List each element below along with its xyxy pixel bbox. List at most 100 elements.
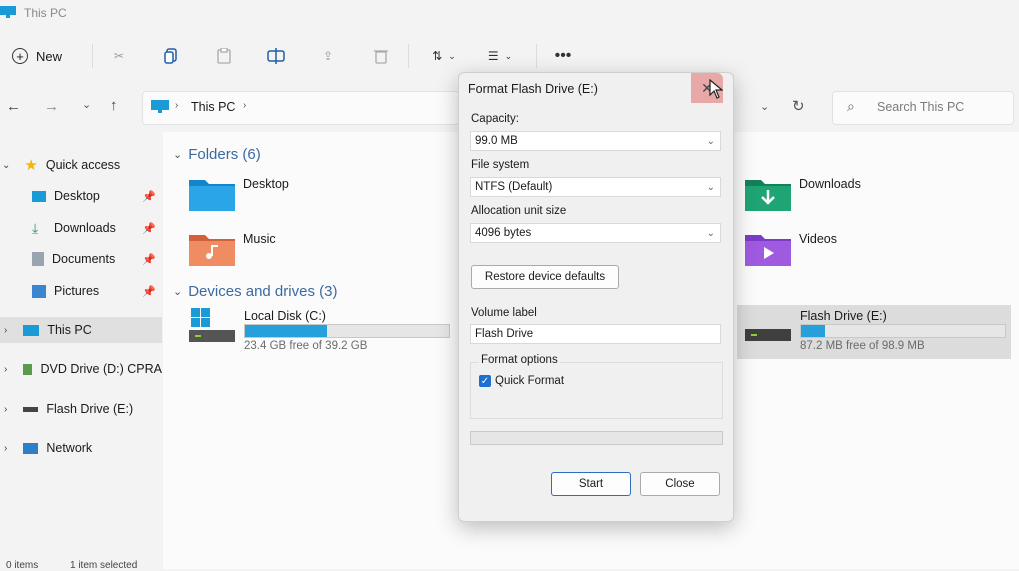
- format-dialog: Format Flash Drive (E:) ✕ Capacity: 99.0…: [458, 72, 734, 522]
- monitor-icon: [151, 100, 169, 113]
- sidebar-item-label: Downloads: [54, 221, 116, 235]
- drive-usage-bar: [800, 324, 1006, 338]
- forward-arrow-icon[interactable]: →: [44, 98, 59, 115]
- sidebar-item-downloads[interactable]: ⤓ Downloads 📌: [0, 216, 160, 240]
- folder-name: Downloads: [799, 177, 861, 191]
- music-folder-icon: [189, 235, 235, 266]
- folders-group-header[interactable]: ⌄ Folders (6): [173, 146, 261, 163]
- sidebar-item-desktop[interactable]: Desktop 📌: [0, 184, 160, 208]
- chevron-right-icon: ›: [4, 324, 8, 336]
- format-options-group: [470, 362, 723, 419]
- search-input[interactable]: ⌕ Search This PC: [832, 91, 1014, 125]
- start-button[interactable]: Start: [551, 472, 631, 496]
- back-arrow-icon[interactable]: ←: [6, 98, 21, 115]
- plus-circle-icon: +: [12, 48, 28, 64]
- checkmark-icon: ✓: [480, 375, 490, 387]
- pin-icon[interactable]: 📌: [142, 222, 156, 235]
- drive-name: Flash Drive (E:): [800, 309, 887, 323]
- drive-local-disk-c[interactable]: Local Disk (C:) 23.4 GB free of 39.2 GB: [189, 308, 459, 356]
- sidebar-item-label: DVD Drive (D:) CPRA: [40, 362, 162, 376]
- windows-drive-icon: [189, 308, 235, 342]
- videos-folder-icon: [745, 235, 791, 266]
- usb-drive-icon: [745, 329, 791, 341]
- folder-music[interactable]: Music: [189, 232, 276, 266]
- allocation-unit-value: 4096 bytes: [475, 227, 532, 239]
- breadcrumb-chevron-icon: ›: [175, 100, 179, 111]
- view-list-icon: ☰: [487, 49, 499, 63]
- chevron-down-icon: ⌄: [173, 286, 183, 298]
- volume-label-input[interactable]: Flash Drive: [470, 324, 721, 344]
- format-progress-bar: [470, 431, 723, 445]
- drive-usage-bar: [244, 324, 450, 338]
- close-button[interactable]: Close: [640, 472, 720, 496]
- sidebar-item-flash-drive[interactable]: › Flash Drive (E:): [0, 397, 162, 421]
- capacity-value: 99.0 MB: [475, 135, 518, 147]
- title-bar: This PC: [0, 0, 1019, 30]
- volume-label-label: Volume label: [471, 307, 537, 319]
- capacity-select[interactable]: 99.0 MB ⌄: [470, 131, 721, 151]
- pin-icon[interactable]: 📌: [142, 253, 156, 266]
- dialog-title: Format Flash Drive (E:): [468, 82, 598, 96]
- chevron-down-icon: ⌄: [2, 159, 11, 171]
- search-placeholder: Search This PC: [877, 100, 965, 114]
- sidebar-item-label: Flash Drive (E:): [46, 402, 134, 416]
- drive-flash-drive-e[interactable]: Flash Drive (E:) 87.2 MB free of 98.9 MB: [737, 305, 1011, 359]
- mouse-cursor-icon: [709, 79, 723, 99]
- rename-icon[interactable]: [263, 44, 289, 68]
- folder-downloads[interactable]: Downloads: [745, 177, 861, 211]
- window-title: This PC: [24, 6, 67, 20]
- drives-header-label: Devices and drives (3): [188, 283, 338, 300]
- sidebar-item-quick-access[interactable]: ⌄ ★ Quick access: [0, 153, 160, 177]
- search-icon: ⌕: [847, 98, 855, 114]
- address-box[interactable]: › This PC ›: [142, 91, 460, 125]
- quick-format-label[interactable]: Quick Format: [495, 375, 564, 387]
- drives-group-header[interactable]: ⌄ Devices and drives (3): [173, 283, 337, 300]
- chevron-down-icon: ⌄: [504, 50, 513, 61]
- up-arrow-icon[interactable]: ↑: [110, 97, 118, 114]
- share-icon[interactable]: ⇪: [315, 44, 341, 68]
- chevron-down-icon: ⌄: [706, 136, 715, 147]
- pin-icon[interactable]: 📌: [142, 190, 156, 203]
- delete-icon[interactable]: [368, 44, 394, 68]
- paste-icon[interactable]: [211, 44, 237, 68]
- sidebar-item-network[interactable]: › Network: [0, 436, 162, 460]
- file-system-select[interactable]: NTFS (Default) ⌄: [470, 177, 721, 197]
- new-button-label: New: [36, 48, 63, 64]
- breadcrumb-chevron-icon: ›: [243, 100, 247, 111]
- sidebar-item-pictures[interactable]: Pictures 📌: [0, 279, 160, 303]
- picture-icon: [32, 284, 46, 298]
- folder-videos[interactable]: Videos: [745, 232, 837, 266]
- refresh-icon[interactable]: ↻: [792, 97, 805, 115]
- drive-free-space: 87.2 MB free of 98.9 MB: [800, 340, 925, 352]
- item-count: 0 items: [6, 560, 39, 571]
- sidebar-item-label: Quick access: [45, 158, 121, 172]
- sidebar-item-label: Desktop: [54, 189, 100, 203]
- folder-desktop[interactable]: Desktop: [189, 177, 289, 211]
- view-button[interactable]: ☰ ⌄: [478, 44, 522, 68]
- sort-icon: ⇅: [432, 49, 443, 63]
- breadcrumb[interactable]: This PC: [191, 100, 235, 114]
- pin-icon[interactable]: 📌: [142, 285, 156, 298]
- sidebar-item-label: Documents: [52, 252, 116, 266]
- allocation-unit-select[interactable]: 4096 bytes ⌄: [470, 223, 721, 243]
- new-button[interactable]: + New: [12, 44, 62, 68]
- file-system-value: NTFS (Default): [475, 181, 553, 193]
- drive-usage-fill: [801, 325, 826, 337]
- folder-name: Music: [243, 232, 276, 246]
- recent-locations-icon[interactable]: ⌄: [82, 98, 91, 111]
- sidebar-item-dvd-drive[interactable]: › DVD Drive (D:) CPRA: [0, 357, 162, 381]
- monitor-icon: [23, 324, 40, 336]
- sidebar-item-label: Network: [46, 441, 93, 455]
- copy-icon[interactable]: [158, 44, 184, 68]
- format-options-label: Format options: [479, 354, 560, 366]
- restore-defaults-button[interactable]: Restore device defaults: [471, 265, 619, 289]
- more-options-icon[interactable]: •••: [550, 44, 576, 68]
- quick-format-checkbox[interactable]: ✓: [479, 375, 491, 387]
- address-dropdown-icon[interactable]: ⌄: [760, 100, 769, 113]
- cut-icon[interactable]: ✂: [106, 44, 132, 68]
- sort-button[interactable]: ⇅ ⌄: [424, 44, 464, 68]
- desktop-icon: [32, 190, 46, 202]
- sidebar-item-this-pc[interactable]: › This PC: [0, 317, 162, 343]
- folder-name: Desktop: [243, 177, 289, 191]
- sidebar-item-documents[interactable]: Documents 📌: [0, 247, 160, 271]
